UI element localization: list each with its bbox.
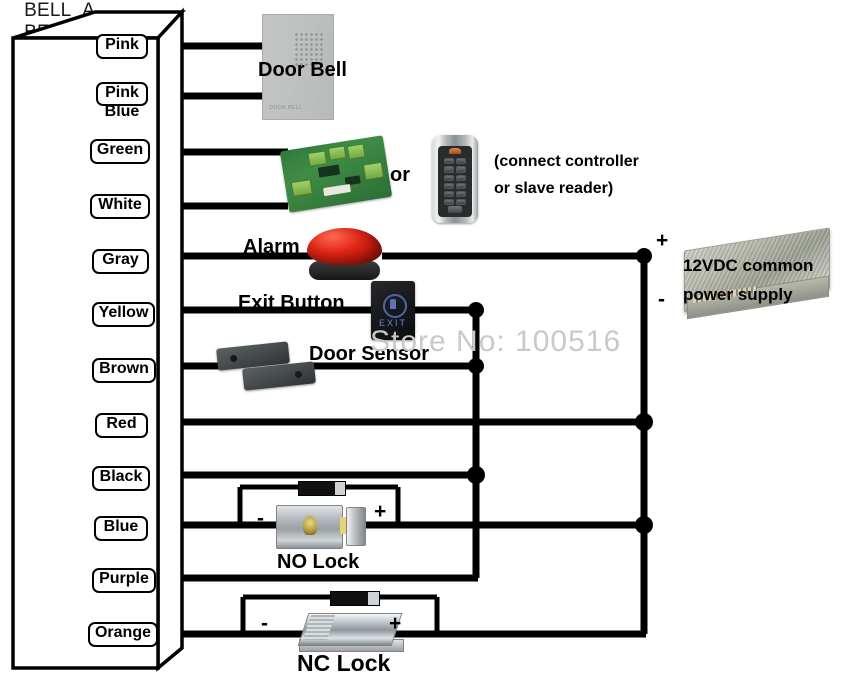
no-lock-plus-label: + [374,500,387,523]
nc-lock-diode-band [368,592,379,605]
wire-chip-pink-blue-bottom: Blue [104,103,140,120]
door-bell-caption: Door Bell [258,59,347,81]
keypad-reader-device [432,135,478,223]
no-lock-minus-label: - [257,507,264,530]
wire-chip-white: White [90,194,150,219]
keypad-key [443,182,454,189]
keypad-key [443,174,454,181]
pcb-terminal-block-2 [307,150,327,167]
keypad-key [443,166,454,173]
alarm-red-dome-icon [307,228,382,266]
exit-button-caption: Exit Button [238,292,345,314]
power-supply-label-line-2: power supply [683,285,793,304]
keypad-enter-key [448,206,462,213]
controller-note-line-1: (connect controller [494,153,639,170]
door-sensor-screw-hole [229,355,238,363]
exit-button-hand-icon [389,299,397,309]
wire-chip-pink-blue-top: Pink [105,84,139,101]
no-lock-device [276,505,366,549]
no-lock-caption: NO Lock [277,551,360,573]
keypad-key [455,190,467,197]
keypad-key [443,158,454,165]
keypad-led-indicator-icon [448,147,462,155]
alarm-strobe-device [307,228,382,280]
wire-chip-black: Black [92,466,150,491]
no-lock-diode-band [334,482,345,495]
or-separator-label: or [390,164,410,186]
door-sensor-screw-hole [294,370,303,379]
pcb-terminal-block-5 [362,161,384,181]
wire-chip-pink: Pink [96,34,148,59]
pcb-terminal-block-1 [290,179,313,197]
wire-chip-yellow: Yellow [92,302,155,327]
keypad-key [455,158,467,165]
keypad-faceplate [437,146,472,217]
alarm-caption: Alarm [243,236,300,258]
wiring-diagram-canvas: Store No: 100516 BELL_A Pink Pink Blue G… [0,0,851,681]
power-supply-plus-label: + [656,229,669,252]
keypad-key [443,198,454,205]
pcb-terminal-block-4 [346,143,366,160]
wire-chip-pink-blue: Pink Blue [96,82,148,120]
controller-note-line-2: or slave reader) [494,180,614,197]
keypad-key [455,166,467,173]
nc-lock-caption: NC Lock [297,650,391,676]
power-supply-label-line-1: 12VDC common [683,256,814,275]
wire-chip-gray: Gray [92,249,149,274]
wire-chip-blue: Blue [94,516,148,541]
nc-lock-flyback-diode [330,591,380,606]
keypad-key [443,190,454,197]
wire-chip-green: Green [90,139,150,164]
no-lock-flyback-diode [298,481,346,496]
no-lock-keyhole-icon [303,515,318,536]
power-supply-minus-label: - [658,288,665,311]
store-watermark: Store No: 100516 [370,325,622,358]
keypad-key [455,198,467,205]
wire-chip-orange: Orange [88,622,158,647]
nc-lock-device [292,610,404,652]
keypad-key [455,174,467,181]
nc-lock-minus-label: - [261,612,268,635]
wire-chip-brown: Brown [92,358,156,383]
keypad-key [455,182,467,189]
nc-lock-plus-label: + [389,612,402,635]
keypad-key-grid [443,158,467,205]
wire-chip-purple: Purple [92,568,156,593]
wire-chip-red: Red [95,413,148,438]
door-bell-brand-text: DOOR BELL [269,104,303,111]
no-lock-latch [346,506,366,546]
